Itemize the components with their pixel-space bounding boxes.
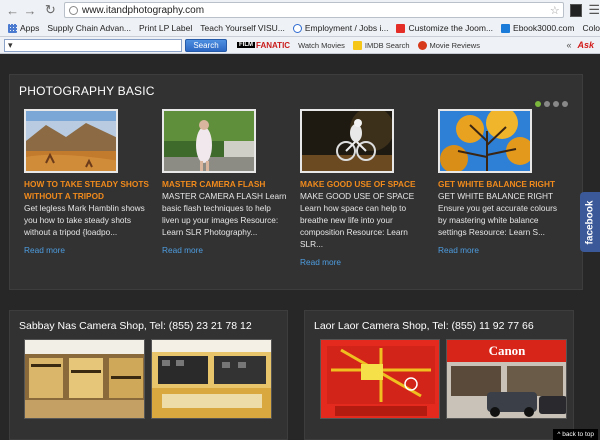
bookmark-label: Apps — [20, 23, 40, 33]
bookmark-label: Ebook3000.com — [513, 23, 575, 33]
shop-storefront-photo[interactable]: Canon — [446, 339, 567, 419]
article-excerpt: Get legless Mark Hamblin shows you how t… — [24, 203, 145, 237]
toolbar-link-watch-movies[interactable]: Watch Movies — [298, 41, 345, 50]
shop-title: Laor Laor Camera Shop, Tel: (855) 11 92 … — [314, 320, 534, 332]
bookmark-label: Print LP Label — [139, 23, 193, 33]
bookmark-print-lp-label[interactable]: Print LP Label — [139, 23, 192, 33]
article-title[interactable]: GET WHITE BALANCE RIGHT — [438, 178, 565, 190]
shop-title: Sabbay Nas Camera Shop, Tel: (855) 23 21… — [19, 320, 252, 332]
section-title: PHOTOGRAPHY BASIC — [19, 84, 155, 98]
toolbar-search-input[interactable]: ▾ — [4, 38, 182, 52]
slider-pagination — [535, 101, 568, 107]
tomato-icon — [417, 40, 427, 50]
photography-basic-panel: PHOTOGRAPHY BASIC HOW TO TAKE STEADY SHO… — [9, 74, 583, 290]
facebook-tab[interactable]: facebook — [580, 192, 600, 252]
article-excerpt: GET WHITE BALANCE RIGHT Ensure you get a… — [438, 191, 557, 237]
apps-icon — [8, 23, 17, 33]
page-info-icon[interactable] — [68, 5, 78, 15]
logo-fanatic: FANATIC — [256, 40, 291, 50]
bookmark-ebook3000[interactable]: Ebook3000.com — [501, 23, 574, 33]
bookmark-customize-joomla[interactable]: Customize the Joom... — [396, 23, 493, 33]
globe-icon — [292, 23, 302, 33]
browser-nav-bar: ← → ↻ www.itandphotography.com ☆ ☰ — [0, 0, 600, 20]
link-label: IMDB Search — [364, 40, 410, 50]
article-card: MAKE GOOD USE OF SPACE MAKE GOOD USE OF … — [295, 109, 427, 267]
article-card: MASTER CAMERA FLASH MASTER CAMERA FLASH … — [157, 109, 289, 255]
forward-arrow-icon[interactable]: → — [21, 1, 38, 19]
article-thumbnail[interactable] — [162, 109, 256, 173]
film-fanatic-logo[interactable]: FILM FANATIC — [237, 41, 290, 50]
slider-dot[interactable] — [544, 101, 550, 107]
toolbar-link-movie-reviews[interactable]: Movie Reviews — [417, 40, 480, 50]
toolbar-link-imdb-search[interactable]: IMDB Search — [352, 40, 410, 50]
ask-icon[interactable]: Ask — [577, 40, 594, 50]
toolbar-overflow-icon[interactable]: « — [566, 40, 571, 50]
article-card: HOW TO TAKE STEADY SHOTS WITHOUT A TRIPO… — [19, 109, 151, 255]
shop-map-image[interactable] — [320, 339, 440, 419]
toolbar-search-button[interactable]: Search — [185, 38, 227, 52]
back-to-top-link[interactable]: ^ back to top — [553, 429, 598, 440]
search-toolbar: ▾ Search FILM FANATIC Watch Movies IMDB S… — [0, 37, 600, 54]
canon-sign: Canon — [489, 343, 527, 358]
ebook-icon — [501, 23, 511, 33]
toolbar-right: « Ask — [566, 40, 594, 50]
shop-photo[interactable] — [24, 339, 145, 419]
bookmark-label: Employment / Jobs i... — [304, 23, 389, 33]
link-label: Movie Reviews — [429, 40, 480, 50]
link-label: Watch Movies — [298, 40, 345, 50]
imdb-icon — [352, 40, 362, 50]
address-url[interactable]: www.itandphotography.com — [82, 5, 550, 16]
read-more-link[interactable]: Read more — [162, 245, 289, 255]
article-excerpt: MASTER CAMERA FLASH Learn basic flash te… — [162, 191, 287, 237]
bookmark-employment[interactable]: Employment / Jobs i... — [292, 23, 389, 33]
bookmark-label: Teach Yourself VISU... — [200, 23, 285, 33]
article-thumbnail[interactable] — [24, 109, 118, 173]
article-thumbnail[interactable] — [438, 109, 532, 173]
back-arrow-icon[interactable]: ← — [4, 1, 21, 19]
shop-photo[interactable] — [151, 339, 272, 419]
read-more-link[interactable]: Read more — [24, 245, 151, 255]
bookmarks-bar: Apps Supply Chain Advan... Print LP Labe… — [0, 20, 600, 37]
bookmark-star-icon[interactable]: ☆ — [550, 4, 560, 17]
facebook-tab-label: facebook — [584, 200, 596, 244]
browser-menu-icon[interactable]: ☰ — [588, 2, 600, 18]
extension-icon[interactable] — [569, 3, 583, 17]
article-thumbnail[interactable] — [300, 109, 394, 173]
logo-film: FILM — [237, 42, 255, 48]
shop-panel: Laor Laor Camera Shop, Tel: (855) 11 92 … — [304, 310, 574, 440]
slider-dot[interactable] — [535, 101, 541, 107]
article-excerpt: MAKE GOOD USE OF SPACE Learn how space c… — [300, 191, 415, 249]
bookmark-label: Customize the Joom... — [408, 23, 494, 33]
youtube-icon — [396, 23, 406, 33]
reload-icon[interactable]: ↻ — [43, 2, 58, 18]
shop-panel: Sabbay Nas Camera Shop, Tel: (855) 23 21… — [9, 310, 288, 440]
bookmark-teach-yourself[interactable]: Teach Yourself VISU... — [200, 23, 285, 33]
article-title[interactable]: MASTER CAMERA FLASH — [162, 178, 289, 190]
bookmark-supply-chain[interactable]: Supply Chain Advan... — [47, 23, 131, 33]
bookmark-label: Colornames — [582, 23, 600, 33]
article-card: GET WHITE BALANCE RIGHT GET WHITE BALANC… — [433, 109, 565, 255]
read-more-link[interactable]: Read more — [438, 245, 565, 255]
page-content: PHOTOGRAPHY BASIC HOW TO TAKE STEADY SHO… — [0, 54, 600, 440]
address-bar[interactable]: www.itandphotography.com ☆ — [63, 2, 564, 18]
bookmark-colornames[interactable]: Colornames — [582, 23, 600, 33]
article-title[interactable]: MAKE GOOD USE OF SPACE — [300, 178, 427, 190]
article-title[interactable]: HOW TO TAKE STEADY SHOTS WITHOUT A TRIPO… — [24, 178, 151, 202]
slider-dot[interactable] — [553, 101, 559, 107]
bookmark-apps[interactable]: Apps — [8, 23, 39, 33]
slider-dot[interactable] — [562, 101, 568, 107]
read-more-link[interactable]: Read more — [300, 257, 427, 267]
bookmark-label: Supply Chain Advan... — [47, 23, 132, 33]
